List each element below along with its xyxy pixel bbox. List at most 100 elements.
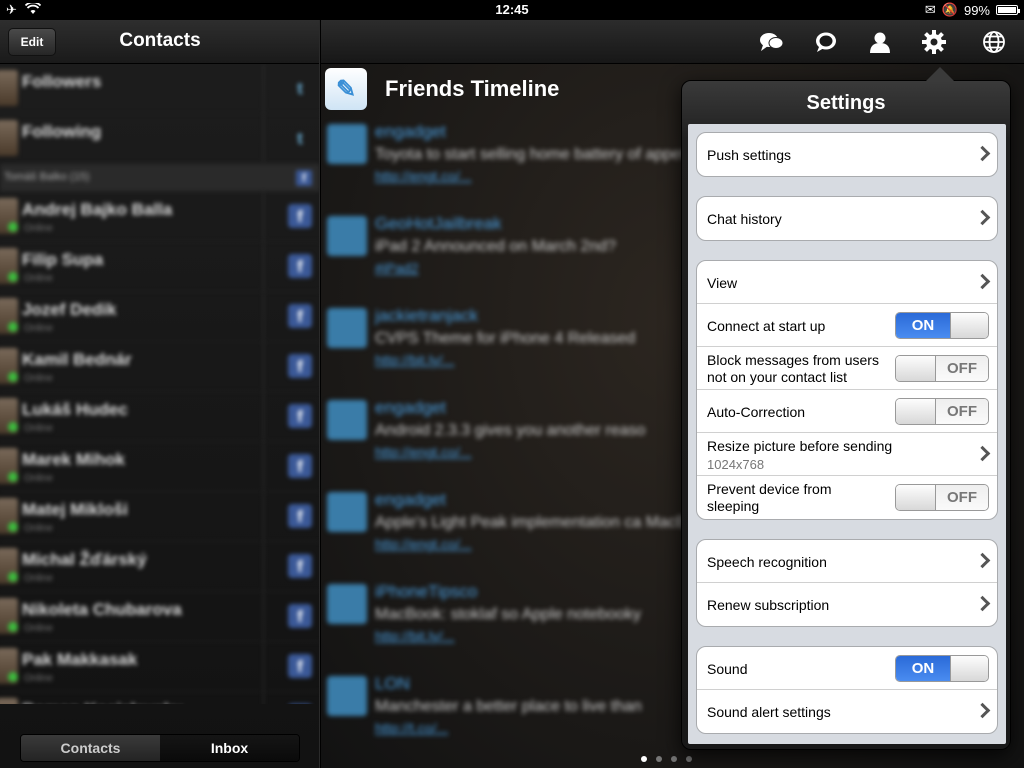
avatar — [0, 698, 18, 704]
tweet-link[interactable]: http://t.co/... — [375, 720, 448, 736]
contact-row[interactable]: Marek Mihok Online f — [0, 442, 320, 492]
contact-group-header[interactable]: Tomáš Balko (15) f — [0, 164, 320, 192]
contact-name: Pak Makkasak — [22, 650, 138, 669]
push-settings-cell[interactable]: Push settings — [697, 133, 997, 176]
block-messages-cell: Block messages from users not on your con… — [697, 347, 997, 390]
auto-correction-label: Auto-Correction — [707, 404, 806, 420]
battery-percent: 99% — [963, 2, 990, 18]
tweet-avatar — [327, 216, 367, 256]
tweet-link[interactable]: http://bit.ly/... — [375, 628, 454, 644]
chevron-right-icon — [977, 274, 987, 288]
toggle-knob — [896, 485, 936, 510]
prevent-sleep-toggle[interactable]: OFF — [895, 484, 989, 511]
online-status-dot — [8, 272, 18, 282]
list-item[interactable]: Following t — [0, 114, 320, 164]
mute-icon: 🔕 — [941, 2, 958, 17]
settings-group-push: Push settings — [696, 132, 998, 177]
tweet-user[interactable]: iPhoneTipsco — [375, 582, 477, 602]
chat-history-label: Chat history — [707, 211, 782, 227]
sound-label: Sound — [707, 661, 748, 677]
facebook-icon: f — [288, 454, 312, 478]
tweet-link[interactable]: http://engt.co/... — [375, 444, 472, 460]
facebook-icon: f — [288, 504, 312, 528]
tweet-link[interactable]: http://bit.ly/... — [375, 352, 454, 368]
resize-picture-cell[interactable]: Resize picture before sending 1024x768 — [697, 433, 997, 476]
speech-recognition-label: Speech recognition — [707, 554, 827, 570]
contact-row[interactable]: Filip Supa Online f — [0, 242, 320, 292]
block-messages-line1: Block messages from users — [707, 352, 879, 368]
contact-row[interactable]: Nikoleta Chubarova Online f — [0, 592, 320, 642]
contacts-title: Contacts — [119, 30, 201, 51]
contact-row[interactable]: Pak Makkasak Online f — [0, 642, 320, 692]
chat-history-cell[interactable]: Chat history — [697, 197, 997, 240]
contact-row[interactable]: Kamil Bednár Online f — [0, 342, 320, 392]
facebook-icon: f — [288, 354, 312, 378]
online-status-dot — [8, 522, 18, 532]
contact-name: Filip Supa — [22, 250, 104, 269]
facebook-icon: f — [288, 204, 312, 228]
block-messages-toggle[interactable]: OFF — [895, 355, 989, 382]
toggle-state: ON — [896, 313, 950, 338]
contact-name: Lukáš Hudec — [22, 400, 128, 419]
chevron-right-icon — [977, 553, 987, 567]
tweet-user[interactable]: jackietranjack — [375, 306, 478, 326]
view-cell[interactable]: View — [697, 261, 997, 304]
online-status-dot — [8, 372, 18, 382]
globe-icon[interactable] — [979, 28, 1009, 56]
tweet-user[interactable]: GeoHotJailbreak — [375, 214, 502, 234]
contact-name: Kamil Bednár — [22, 350, 132, 369]
contact-row[interactable]: Roman KosislavskyOnlinef — [0, 692, 320, 704]
auto-correction-toggle[interactable]: OFF — [895, 398, 989, 425]
tweet-link[interactable]: #iPad2 — [375, 260, 419, 276]
chat-bubbles-icon[interactable] — [757, 28, 787, 56]
tweet-user[interactable]: engadget — [375, 490, 446, 510]
connect-start-label: Connect at start up — [707, 318, 826, 334]
battery-icon — [996, 5, 1020, 15]
chat-bubble-icon[interactable] — [811, 28, 841, 56]
gear-icon[interactable] — [919, 28, 949, 56]
contact-row[interactable]: Lukáš Hudec Online f — [0, 392, 320, 442]
tweet-user[interactable]: engadget — [375, 398, 446, 418]
sound-cell: Sound ON — [697, 647, 997, 690]
settings-group-chat: Chat history — [696, 196, 998, 241]
status-time: 12:45 — [495, 2, 529, 17]
tab-contacts[interactable]: Contacts — [21, 735, 160, 761]
page-dot[interactable] — [641, 756, 647, 762]
timeline-logo-icon: ✎ — [325, 68, 367, 110]
contact-row[interactable]: Andrej Bajko Balla Online f — [0, 192, 320, 242]
tweet-link[interactable]: http://engt.co/... — [375, 168, 472, 184]
sound-alert-cell[interactable]: Sound alert settings — [697, 690, 997, 733]
connect-start-cell: Connect at start up ON — [697, 304, 997, 347]
speech-recognition-cell[interactable]: Speech recognition — [697, 540, 997, 583]
divider — [263, 392, 264, 441]
tweet-user[interactable]: LON — [375, 674, 410, 694]
page-dot[interactable] — [686, 756, 692, 762]
contact-row[interactable]: Matej Mikloši Online f — [0, 492, 320, 542]
contact-row[interactable]: Jozef Dedik Online f — [0, 292, 320, 342]
contact-status: Online — [24, 373, 53, 384]
divider — [263, 442, 264, 491]
connect-start-toggle[interactable]: ON — [895, 312, 989, 339]
sound-toggle[interactable]: ON — [895, 655, 989, 682]
page-dot[interactable] — [656, 756, 662, 762]
settings-content: Push settings Chat history View Connect … — [688, 124, 1006, 744]
page-dot[interactable] — [671, 756, 677, 762]
person-icon[interactable] — [865, 28, 895, 56]
contact-name: Nikoleta Chubarova — [22, 600, 182, 619]
block-messages-label: Block messages from users not on your con… — [707, 352, 879, 386]
renew-subscription-cell[interactable]: Renew subscription — [697, 583, 997, 626]
list-item[interactable]: Followers t — [0, 64, 320, 114]
push-settings-label: Push settings — [707, 147, 792, 163]
contact-row[interactable]: Michal Žďárský Online f — [0, 542, 320, 592]
contact-list: Followers t Following t Tomáš Balko (15) f And… — [0, 64, 320, 704]
divider — [263, 114, 264, 163]
tweet-user[interactable]: engadget — [375, 122, 446, 142]
page-indicator[interactable] — [641, 756, 692, 762]
tab-inbox[interactable]: Inbox — [160, 735, 299, 761]
tweet-link[interactable]: http://engt.co/... — [375, 536, 472, 552]
resize-picture-label: Resize picture before sending — [707, 438, 893, 454]
tweet-avatar — [327, 676, 367, 716]
chevron-right-icon — [977, 146, 987, 160]
divider — [263, 492, 264, 541]
tweet-avatar — [327, 492, 367, 532]
